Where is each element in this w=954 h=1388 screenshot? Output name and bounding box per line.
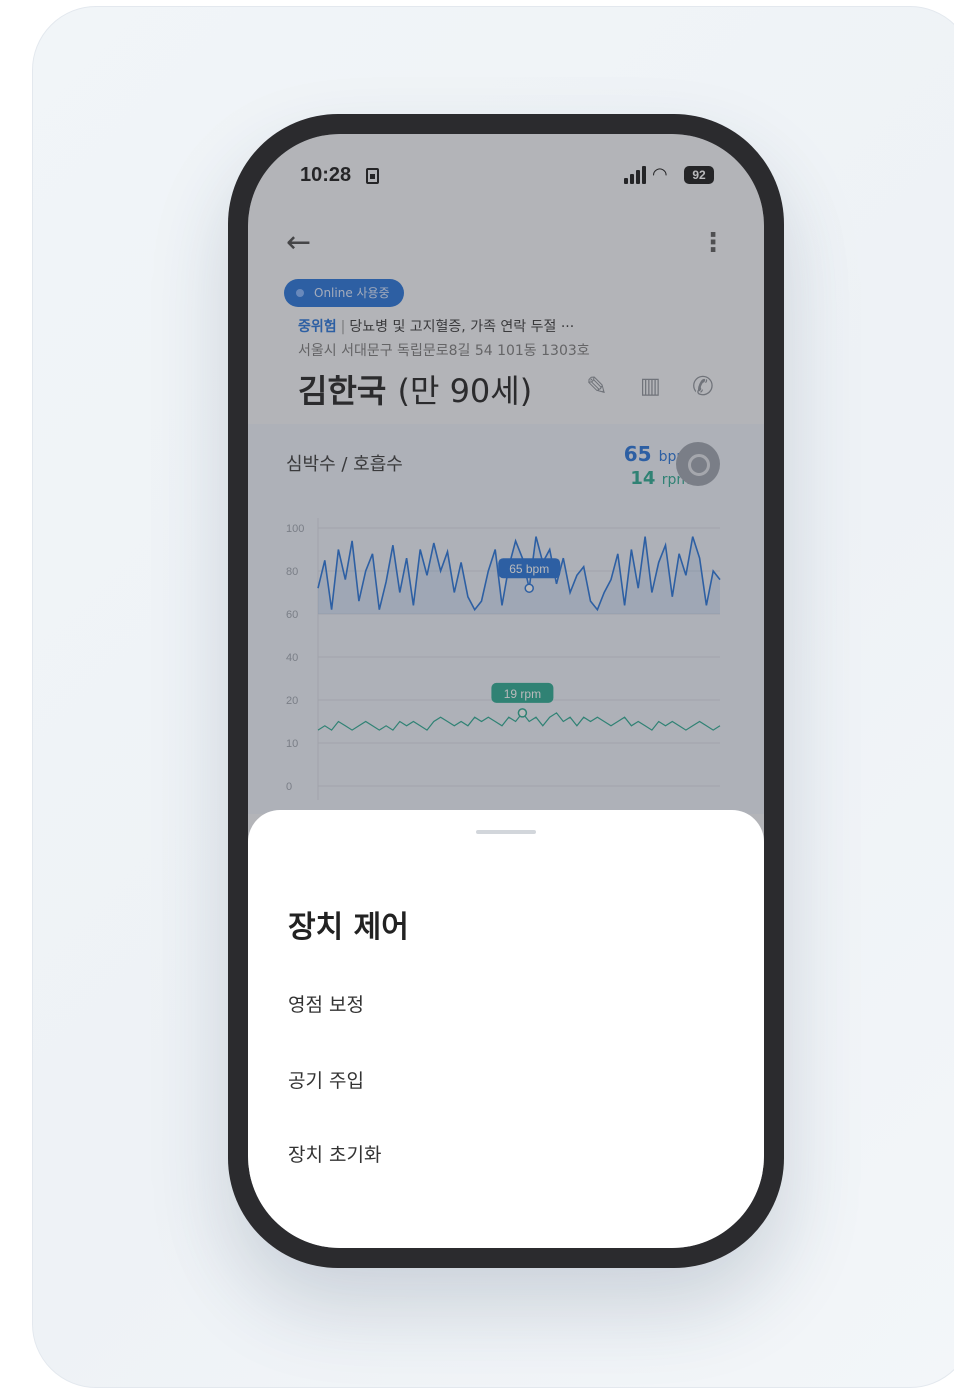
sheet-title: 장치 제어 — [288, 910, 409, 945]
sheet-drag-handle[interactable] — [476, 830, 536, 834]
menu-item-zero-calibration[interactable]: 영점 보정 — [288, 990, 364, 1017]
menu-item-device-reset[interactable]: 장치 초기화 — [288, 1140, 381, 1167]
menu-item-air-injection[interactable]: 공기 주입 — [288, 1066, 364, 1093]
device-control-sheet: 장치 제어 영점 보정 공기 주입 장치 초기화 — [248, 810, 764, 1248]
phone-screen: 10:28 ◠ 92 ← ⋮ Online 사용중 중위험 | 당뇨병 및 고지혈증… — [248, 134, 764, 1248]
